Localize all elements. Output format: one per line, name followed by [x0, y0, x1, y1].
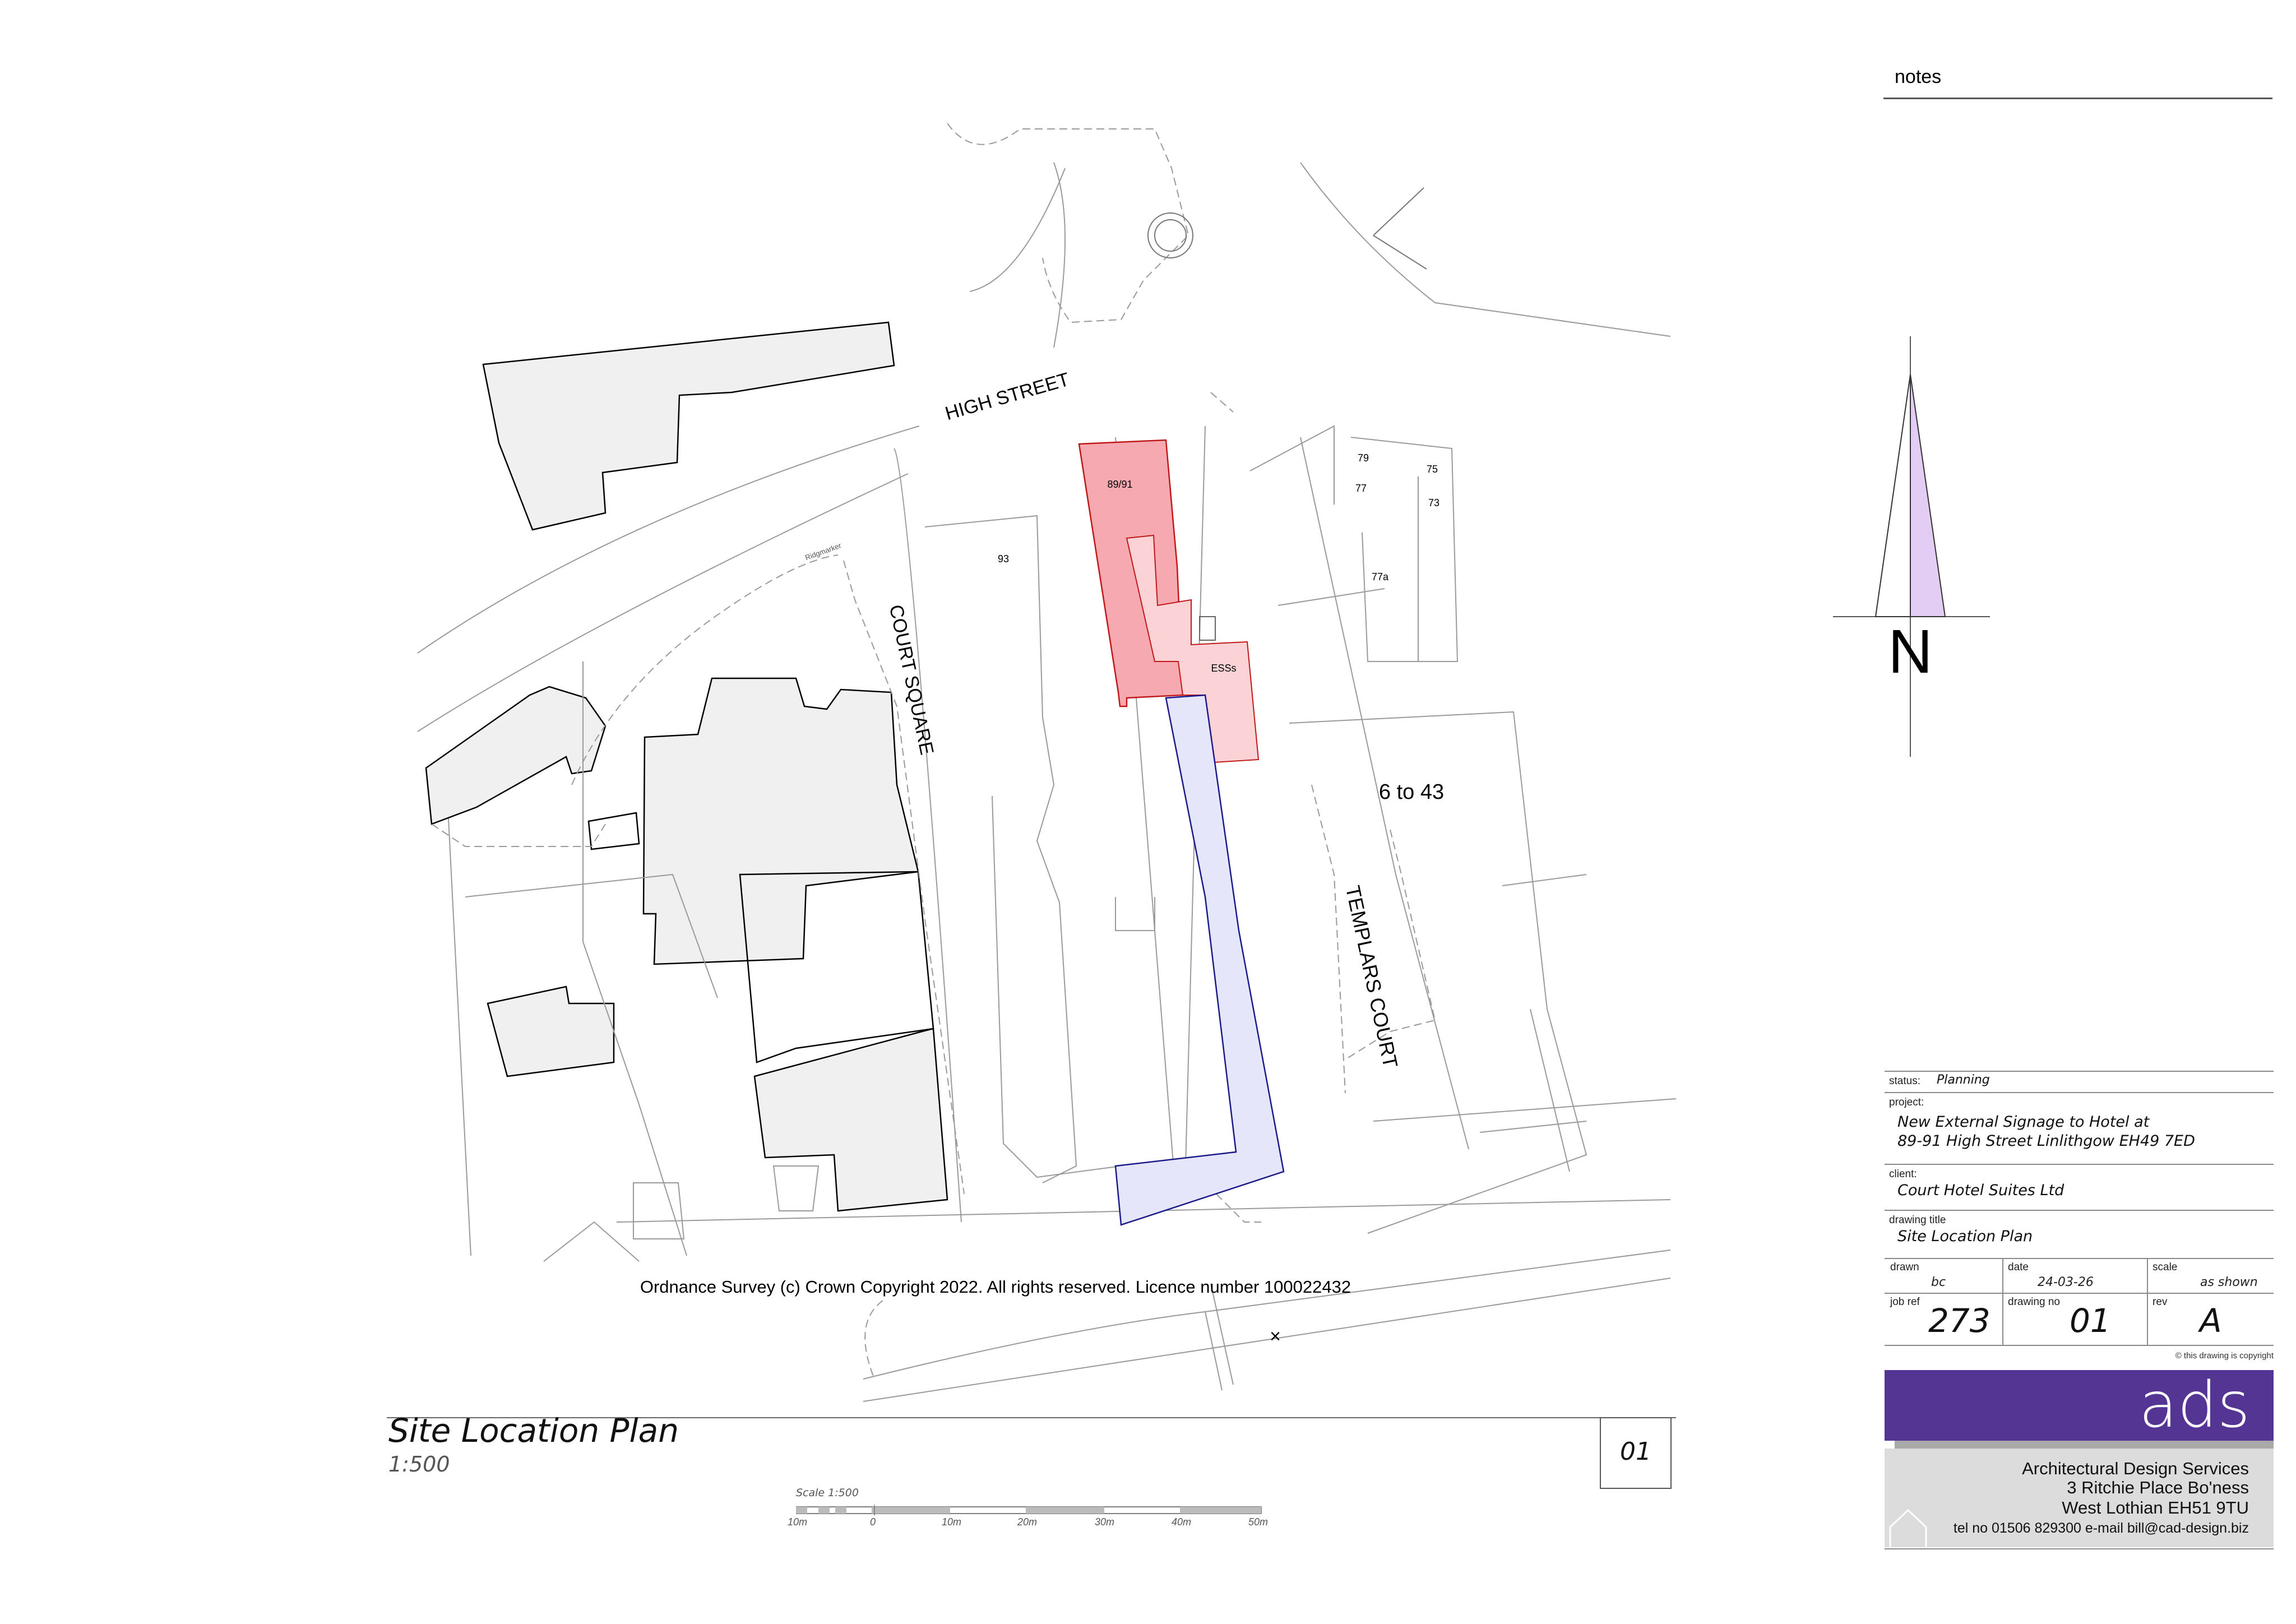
label-ess: ESSs	[1211, 663, 1236, 674]
company-address-1: 3 Ritchie Place Bo'ness	[2067, 1478, 2249, 1497]
notes-rule	[1883, 98, 2272, 99]
tb-rule	[1885, 1164, 2274, 1165]
label-8991: 89/91	[1107, 479, 1132, 490]
label-77: 77	[1355, 483, 1367, 494]
rev-value: A	[2200, 1302, 2222, 1340]
label-77a: 77a	[1372, 571, 1389, 582]
site-boundary-blue	[1114, 694, 1285, 1226]
tb-divider	[2147, 1258, 2148, 1345]
tb-rule	[1885, 1345, 2274, 1346]
company-info-panel: Architectural Design Services 3 Ritchie …	[1885, 1449, 2274, 1547]
label-high-street: HIGH STREET	[943, 369, 1072, 425]
sheet-box: 01	[1600, 1417, 1672, 1489]
client-value: Court Hotel Suites Ltd	[1897, 1182, 2064, 1199]
drawn-value: bc	[1931, 1275, 1946, 1289]
label-73: 73	[1428, 497, 1439, 508]
title-block-bottom-rule	[1885, 1548, 2274, 1549]
fountain	[1147, 187, 1427, 270]
north-arrow: N	[1833, 336, 1990, 757]
label-93: 93	[998, 553, 1009, 565]
tb-rule	[1885, 1071, 2274, 1072]
drawing-no-value: 01	[2070, 1302, 2111, 1340]
scale-tick: 50m	[1248, 1516, 1269, 1528]
label-ridgmarker: Ridgmarker	[804, 541, 843, 562]
label-79: 79	[1358, 452, 1369, 464]
company-address-2: West Lothian EH51 9TU	[2062, 1498, 2249, 1517]
drawing-title-label: drawing title	[1889, 1214, 1946, 1226]
drawing-title: Site Location Plan	[388, 1412, 679, 1450]
rev-label: rev	[2152, 1296, 2168, 1308]
site-location-map: HIGH STREET COURT SQUARE TEMPLARS COURT …	[417, 123, 1677, 1402]
label-6to43: 6 to 43	[1379, 780, 1444, 804]
drawing-title-value: Site Location Plan	[1897, 1228, 2033, 1245]
copyright-note: © this drawing is copyright	[2175, 1351, 2274, 1361]
scale-tick: 0	[870, 1516, 876, 1528]
project-line-1: New External Signage to Hotel at	[1897, 1113, 2150, 1131]
company-band	[1895, 1441, 2274, 1449]
scale-bar-caption: Scale 1:500	[796, 1487, 859, 1499]
company-name: Architectural Design Services	[2022, 1459, 2249, 1478]
scale-bar-ticks: 10m 0 10m 20m 30m 40m 50m	[788, 1516, 1281, 1533]
scale-label: scale	[2152, 1261, 2178, 1273]
date-label: date	[2008, 1261, 2029, 1273]
cross-marker: ×	[1270, 1326, 1281, 1347]
status-label: status:	[1889, 1075, 1920, 1087]
client-label: client:	[1889, 1168, 1917, 1180]
scale-tick: 30m	[1095, 1516, 1115, 1528]
scale-tick: 20m	[1017, 1516, 1038, 1528]
scale-tick: 10m	[788, 1516, 808, 1528]
project-line-2: 89-91 High Street Linlithgow EH49 7ED	[1897, 1132, 2195, 1150]
sheet-number: 01	[1620, 1437, 1651, 1466]
notes-heading: notes	[1895, 66, 1942, 87]
company-logo-panel: ads	[1885, 1370, 2274, 1441]
drawing-scale: 1:500	[388, 1452, 450, 1477]
tb-rule	[1885, 1210, 2274, 1211]
job-ref-label: job ref	[1890, 1296, 1920, 1308]
north-letter: N	[1888, 617, 1932, 686]
tb-rule	[1885, 1092, 2274, 1093]
project-label: project:	[1889, 1096, 1924, 1108]
map-linework	[417, 162, 1677, 1402]
scale-tick: 10m	[942, 1516, 962, 1528]
status-value: Planning	[1937, 1073, 1990, 1087]
tb-rule	[1885, 1258, 2274, 1259]
job-ref-value: 273	[1928, 1302, 1991, 1340]
tb-divider	[2002, 1258, 2003, 1345]
house-icon	[1889, 1509, 1927, 1547]
label-75: 75	[1427, 464, 1438, 475]
date-value: 24-03-26	[2038, 1275, 2094, 1289]
grey-buildings	[425, 321, 948, 1212]
company-logo: ads	[2138, 1369, 2250, 1442]
drawn-label: drawn	[1890, 1261, 1919, 1273]
drawing-no-label: drawing no	[2008, 1296, 2060, 1308]
scale-tick: 40m	[1172, 1516, 1192, 1528]
os-copyright: Ordnance Survey (c) Crown Copyright 2022…	[640, 1277, 1351, 1297]
tb-rule	[1885, 1293, 2274, 1294]
label-templars-court: TEMPLARS COURT	[1341, 883, 1402, 1070]
scale-value: as shown	[2200, 1275, 2258, 1289]
company-contact: tel no 01506 829300 e-mail bill@cad-desi…	[1953, 1520, 2249, 1536]
